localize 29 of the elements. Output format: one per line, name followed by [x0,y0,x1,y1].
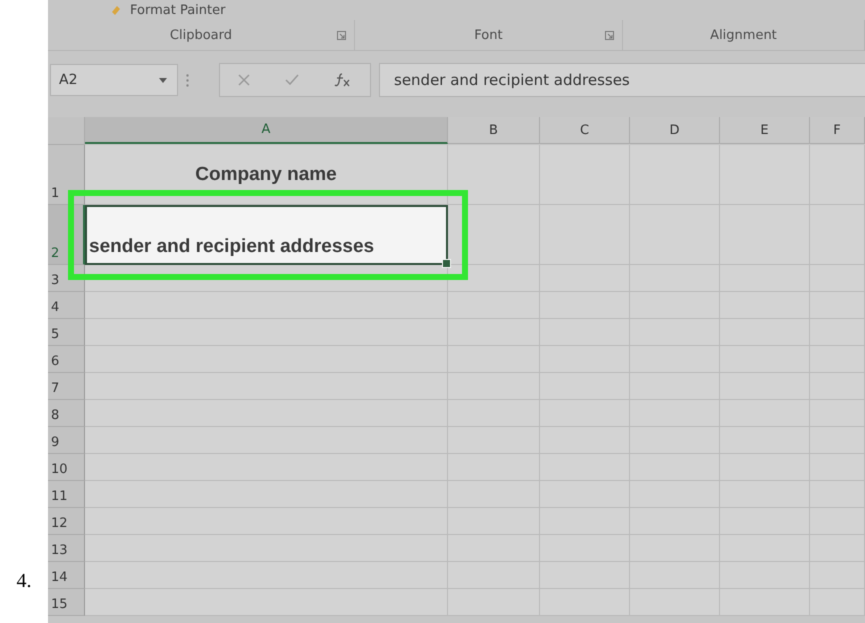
column-header[interactable]: C [540,117,630,144]
cell-text: Company name [195,164,337,186]
step-number: 4. [16,570,32,593]
column-header[interactable]: D [630,117,720,144]
row-header[interactable]: 5 [48,319,85,346]
row-header[interactable]: 9 [48,427,85,454]
row-header[interactable]: 10 [48,454,85,481]
ribbon-group-label: Font [474,28,503,42]
formula-field[interactable]: sender and recipient addresses [379,63,865,97]
row-header[interactable]: 13 [48,535,85,562]
row-header[interactable]: 7 [48,373,85,400]
row-header[interactable]: 1 [48,145,85,205]
cell-text: sender and recipient addresses [89,236,374,258]
column-header[interactable]: E [720,117,810,144]
ribbon-group-label: Clipboard [170,28,232,42]
format-painter-button[interactable]: Format Painter [130,2,226,18]
name-box[interactable]: A2 [50,64,178,96]
row-header[interactable]: 6 [48,346,85,373]
row-header[interactable]: 15 [48,589,85,616]
ribbon-group-label: Alignment [710,28,777,42]
row-header[interactable]: 11 [48,481,85,508]
column-header[interactable]: B [448,117,540,144]
row-header[interactable]: 14 [48,562,85,589]
selected-cell[interactable]: sender and recipient addresses [85,205,448,265]
row-header[interactable]: 8 [48,400,85,427]
column-header[interactable]: F [810,117,865,144]
column-header[interactable]: A [85,117,448,144]
row-header[interactable]: 4 [48,292,85,319]
row-header[interactable]: 12 [48,508,85,535]
